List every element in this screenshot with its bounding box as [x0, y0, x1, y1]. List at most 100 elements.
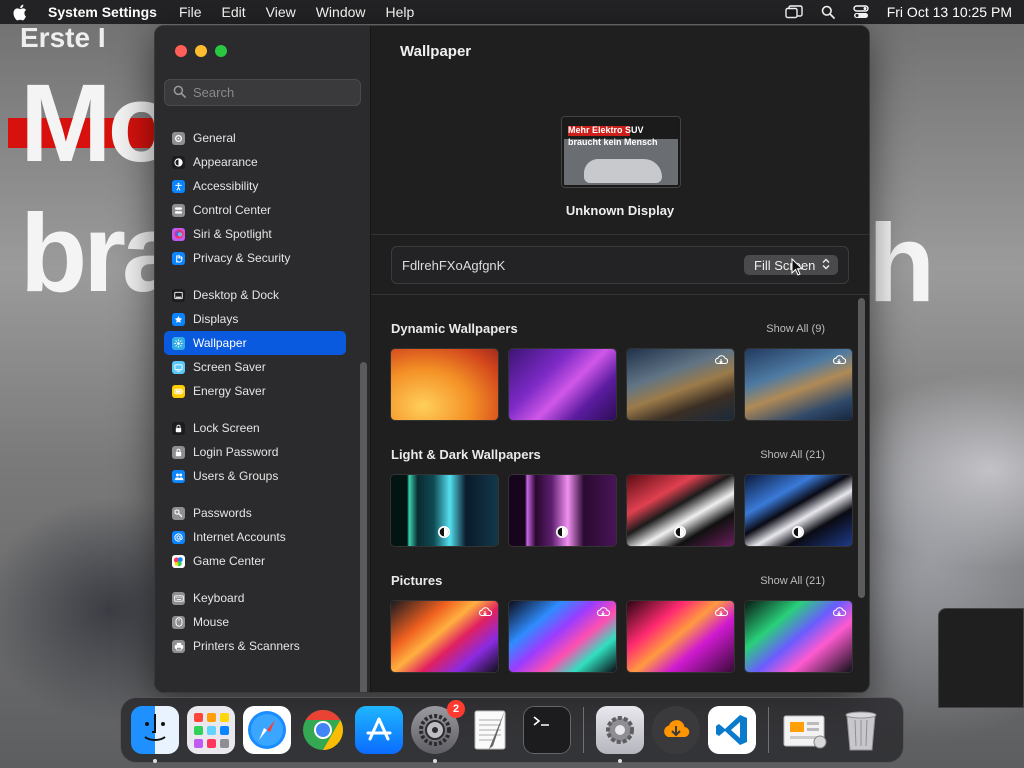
- launchpad-icon: [187, 706, 235, 754]
- trash-icon: [837, 706, 885, 754]
- desktop-text-top: Erste I: [20, 22, 106, 53]
- dock-app-vscode[interactable]: [708, 706, 756, 754]
- apple-menu-icon[interactable]: [12, 3, 30, 21]
- wallpaper-thumbnail-row: [391, 349, 852, 420]
- sidebar-item-internet-accounts[interactable]: Internet Accounts: [164, 525, 346, 549]
- dock-separator: [768, 707, 769, 753]
- battery-icon: [172, 384, 185, 398]
- menu-clock[interactable]: Fri Oct 13 10:25 PM: [887, 4, 1012, 20]
- wallpaper-thumbnail[interactable]: [627, 349, 734, 420]
- sidebar-item-appearance[interactable]: Appearance: [164, 150, 346, 174]
- show-all-button[interactable]: Show All (21): [752, 571, 833, 591]
- dock-app-textedit[interactable]: [467, 706, 515, 754]
- sidebar-item-mouse[interactable]: Mouse: [164, 610, 346, 634]
- sidebar-item-displays[interactable]: Displays: [164, 307, 346, 331]
- sidebar-item-siri-and-spotlight[interactable]: Siri & Spotlight: [164, 222, 346, 246]
- background-window-corner[interactable]: [938, 608, 1024, 708]
- dock-app-chrome[interactable]: [299, 706, 347, 754]
- sidebar-item-label: Printers & Scanners: [193, 639, 300, 653]
- wallpaper-thumbnail[interactable]: [745, 349, 852, 420]
- wallpaper-thumbnail[interactable]: [745, 601, 852, 672]
- menu-app-name[interactable]: System Settings: [48, 4, 157, 20]
- wallpaper-thumbnail[interactable]: [627, 475, 734, 546]
- sidebar-group: Passwords Internet Accounts Game Center: [164, 501, 346, 573]
- dock-app-terminal[interactable]: [523, 706, 571, 754]
- sidebar-item-energy-saver[interactable]: Energy Saver: [164, 379, 346, 403]
- minimize-window-button[interactable]: [195, 45, 207, 57]
- screen-mirroring-icon[interactable]: [785, 5, 803, 19]
- sidebar-item-login-password[interactable]: Login Password: [164, 440, 346, 464]
- sidebar-item-lock-screen[interactable]: Lock Screen: [164, 416, 346, 440]
- wallpaper-thumbnail[interactable]: [391, 349, 498, 420]
- sidebar-group: General Appearance Accessibility Control Ce…: [164, 126, 346, 270]
- dock-app-preview-docs[interactable]: [781, 706, 829, 754]
- safari-icon: [243, 706, 291, 754]
- sidebar-item-control-center[interactable]: Control Center: [164, 198, 346, 222]
- sidebar-item-passwords[interactable]: Passwords: [164, 501, 346, 525]
- divider: [371, 294, 869, 295]
- system-settings-window: General Appearance Accessibility Control Ce…: [154, 25, 870, 693]
- sidebar-item-accessibility[interactable]: Accessibility: [164, 174, 346, 198]
- dock-app-safari[interactable]: [243, 706, 291, 754]
- dock: 2: [120, 697, 904, 763]
- control-center-icon: [172, 203, 185, 217]
- running-indicator: [153, 759, 157, 763]
- sidebar-search[interactable]: [164, 79, 361, 106]
- sidebar-item-game-center[interactable]: Game Center: [164, 549, 346, 573]
- close-window-button[interactable]: [175, 45, 187, 57]
- menu-file[interactable]: File: [179, 4, 202, 20]
- dock-app-settings-utility[interactable]: [596, 706, 644, 763]
- sidebar-item-label: Wallpaper: [193, 336, 247, 350]
- app-store-icon: [355, 706, 403, 754]
- menu-edit[interactable]: Edit: [222, 4, 246, 20]
- menu-window[interactable]: Window: [316, 4, 366, 20]
- dock-app-finder[interactable]: [131, 706, 179, 763]
- dock-app-downloader[interactable]: [652, 706, 700, 754]
- cloud-download-icon: [832, 354, 847, 369]
- sidebar-item-general[interactable]: General: [164, 126, 346, 150]
- wallpaper-thumbnail[interactable]: [509, 475, 616, 546]
- dock-app-app-store[interactable]: [355, 706, 403, 754]
- wallpaper-thumbnail[interactable]: [745, 475, 852, 546]
- display-icon: [172, 312, 185, 326]
- window-controls: [175, 45, 227, 57]
- sidebar-item-keyboard[interactable]: Keyboard: [164, 586, 346, 610]
- wallpaper-thumbnail[interactable]: [627, 601, 734, 672]
- display-preview[interactable]: Mehr Elektro SUV braucht kein Mensch: [562, 117, 680, 187]
- sidebar-item-screen-saver[interactable]: Screen Saver: [164, 355, 346, 379]
- wallpaper-thumbnail[interactable]: [509, 601, 616, 672]
- sidebar-item-privacy-and-security[interactable]: Privacy & Security: [164, 246, 346, 270]
- dock-app-launchpad[interactable]: [187, 706, 235, 754]
- downloader-icon: [652, 706, 700, 754]
- wallpaper-thumbnail[interactable]: [391, 601, 498, 672]
- wallpaper-thumbnail[interactable]: [509, 349, 616, 420]
- gear-icon: [172, 131, 185, 145]
- dock-app-system-settings[interactable]: 2: [411, 700, 465, 763]
- wallpaper-thumbnail[interactable]: [391, 475, 498, 546]
- control-center-icon[interactable]: [853, 5, 869, 19]
- main-scrollbar[interactable]: [858, 298, 865, 598]
- sidebar-item-label: Siri & Spotlight: [193, 227, 272, 241]
- sidebar-item-label: Appearance: [193, 155, 258, 169]
- sidebar-item-printers-and-scanners[interactable]: Printers & Scanners: [164, 634, 346, 658]
- accessibility-icon: [172, 179, 185, 193]
- cloud-download-icon: [714, 354, 729, 369]
- sidebar-item-desktop-and-dock[interactable]: Desktop & Dock: [164, 283, 346, 307]
- zoom-window-button[interactable]: [215, 45, 227, 57]
- sidebar-item-users-and-groups[interactable]: Users & Groups: [164, 464, 346, 488]
- menu-help[interactable]: Help: [386, 4, 415, 20]
- sidebar-item-label: Game Center: [193, 554, 266, 568]
- show-all-button[interactable]: Show All (21): [752, 445, 833, 465]
- sidebar-scrollbar[interactable]: [360, 362, 367, 692]
- notification-badge: 2: [447, 700, 465, 718]
- screen-saver-icon: [172, 360, 185, 374]
- sidebar-item-wallpaper[interactable]: Wallpaper: [164, 331, 346, 355]
- sidebar-item-label: Lock Screen: [193, 421, 260, 435]
- show-all-button[interactable]: Show All (9): [758, 319, 833, 339]
- dock-app-trash[interactable]: [837, 706, 885, 754]
- search-icon[interactable]: [821, 5, 835, 19]
- wallpaper-icon: [172, 336, 185, 350]
- cloud-download-icon: [714, 606, 729, 621]
- menu-view[interactable]: View: [266, 4, 296, 20]
- search-input[interactable]: [193, 85, 353, 100]
